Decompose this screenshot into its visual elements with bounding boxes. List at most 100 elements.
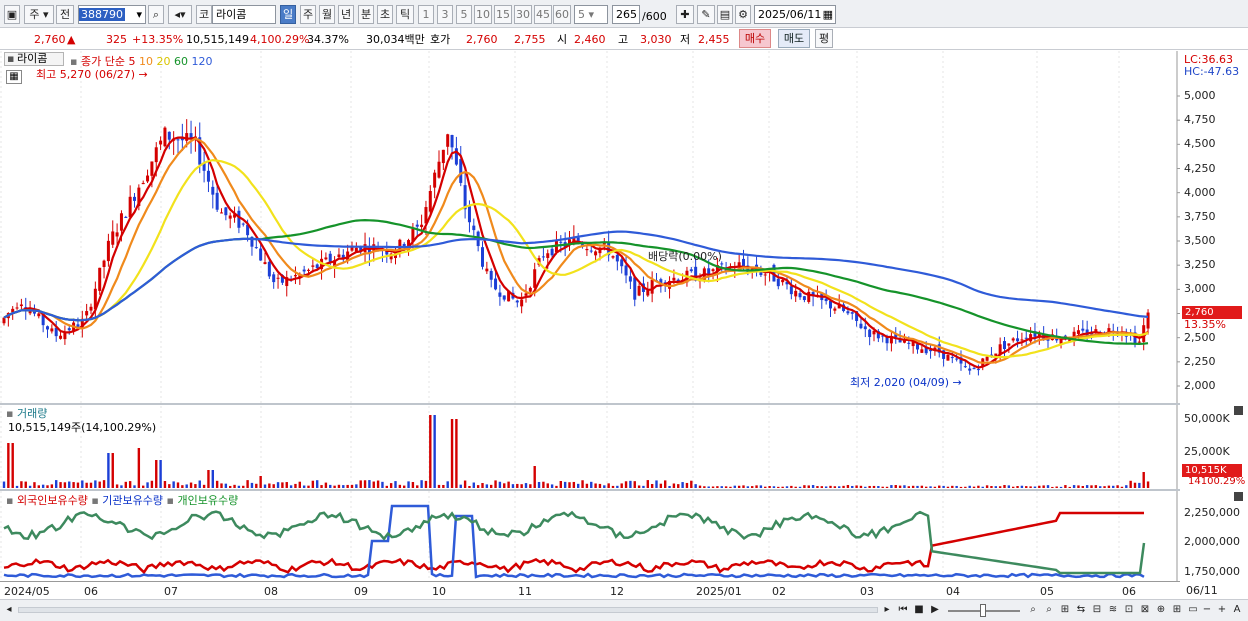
volume-bar: [437, 484, 441, 488]
calendar-icon[interactable]: ▦: [823, 6, 833, 23]
chart-option-icon[interactable]: ⇆: [1074, 603, 1088, 617]
buy-button[interactable]: 매수: [739, 29, 771, 48]
chart-layout-icon[interactable]: ▣: [4, 5, 20, 24]
candle-body: [211, 186, 215, 195]
ma120-legend[interactable]: 120: [191, 55, 212, 68]
stop-icon[interactable]: ■: [912, 603, 926, 617]
min-1-button[interactable]: 1: [418, 5, 434, 24]
volume-bar: [994, 486, 997, 488]
hc-label: HC:-47.63: [1184, 65, 1240, 78]
zoom-out-icon[interactable]: ⌕: [1042, 603, 1056, 617]
candle-body: [650, 279, 654, 294]
tab-tick[interactable]: 틱: [396, 5, 414, 24]
tab-second[interactable]: 초: [377, 5, 393, 24]
tab-week[interactable]: 주: [300, 5, 316, 24]
candle-body: [428, 191, 432, 212]
minus-icon[interactable]: −: [1200, 603, 1214, 617]
scroll-left-icon[interactable]: ◂: [2, 603, 16, 617]
chart-option-icon[interactable]: ⊞: [1170, 603, 1184, 617]
chevron-down-icon[interactable]: ▾: [136, 6, 145, 23]
volume-bar: [520, 484, 523, 488]
low-annotation-text: 최저 2,020 (04/09): [850, 376, 950, 389]
min-60-button[interactable]: 60: [553, 5, 571, 24]
eval-button[interactable]: 평: [815, 29, 833, 48]
candle-body: [85, 311, 89, 316]
volume-bar: [511, 484, 515, 488]
scroll-right-icon[interactable]: ▸: [880, 603, 894, 617]
zoom-icon[interactable]: ⌕: [1026, 603, 1040, 617]
min-45-button[interactable]: 45: [534, 5, 552, 24]
candle-body: [159, 140, 163, 145]
volume-bar: [189, 482, 193, 488]
foreign-legend[interactable]: 외국인보유수량: [17, 494, 88, 507]
min-15-button[interactable]: 15: [494, 5, 512, 24]
zoom-slider-thumb[interactable]: [980, 604, 986, 617]
stock-code-input[interactable]: 388790 ▾: [78, 5, 146, 24]
volume-bar: [485, 484, 489, 488]
volume-bar: [646, 480, 649, 488]
plus-icon[interactable]: +: [1215, 603, 1229, 617]
chart-option-icon[interactable]: ≋: [1106, 603, 1120, 617]
search-icon[interactable]: ⌕: [148, 5, 164, 24]
chart-option-icon[interactable]: ⊠: [1138, 603, 1152, 617]
legend-grip-icon: ▪: [7, 52, 15, 65]
ma60-legend[interactable]: 60: [174, 55, 188, 68]
min-10-button[interactable]: 10: [474, 5, 492, 24]
tab-year[interactable]: 년: [338, 5, 354, 24]
gear-icon[interactable]: ⚙: [735, 5, 751, 24]
scrollbar-track[interactable]: [18, 607, 878, 613]
candle-body: [254, 247, 258, 249]
chart-option-icon[interactable]: ⊡: [1122, 603, 1136, 617]
volume-bar: [163, 481, 167, 488]
tab-minute[interactable]: 분: [358, 5, 374, 24]
volume-bar: [620, 483, 623, 488]
volume-bar: [120, 485, 123, 488]
font-size-icon[interactable]: A: [1230, 603, 1244, 617]
price-tick-label: 5,000: [1184, 89, 1216, 102]
price-tick-label: 3,250: [1184, 258, 1216, 272]
tab-month[interactable]: 월: [319, 5, 335, 24]
table-icon[interactable]: ▦: [6, 70, 22, 84]
candle-body: [968, 368, 972, 371]
chart-option-icon[interactable]: ⊟: [1090, 603, 1104, 617]
ma20-legend[interactable]: 20: [156, 55, 170, 68]
volume-bar: [838, 486, 841, 488]
volume-bar: [733, 485, 736, 488]
rewind-icon[interactable]: ⏮: [896, 603, 910, 617]
volume-bar: [872, 485, 876, 488]
close-icon[interactable]: [1234, 406, 1243, 415]
min-5-button[interactable]: 5: [456, 5, 472, 24]
volume-bar: [294, 483, 297, 488]
save-icon[interactable]: ▤: [717, 5, 733, 24]
window-icon[interactable]: ▭: [1186, 603, 1200, 617]
panel-divider[interactable]: [0, 403, 1180, 405]
candle-settings-icon[interactable]: ✚: [676, 5, 694, 24]
period-mode-select[interactable]: 주 ▾: [24, 5, 54, 24]
volume-bar: [516, 483, 519, 488]
candle-body: [689, 269, 693, 272]
candle-body: [546, 253, 550, 258]
institution-legend[interactable]: 기관보유수량: [102, 494, 163, 507]
sell-button[interactable]: 매도: [778, 29, 810, 48]
chart-option-icon[interactable]: ⊞: [1058, 603, 1072, 617]
volume-bar: [494, 480, 497, 488]
panel-divider[interactable]: [0, 489, 1180, 491]
chart-option-icon[interactable]: ⊕: [1154, 603, 1168, 617]
min-3-button[interactable]: 3: [437, 5, 453, 24]
individual-legend[interactable]: 개인보유수량: [177, 494, 238, 507]
play-icon[interactable]: ▶: [928, 603, 942, 617]
speaker-icon[interactable]: ◂▾: [168, 5, 192, 24]
candle-body: [19, 304, 23, 307]
prev-button[interactable]: 전: [56, 5, 74, 24]
volume-bar: [24, 481, 27, 488]
count-input[interactable]: 265: [612, 5, 640, 24]
close-icon[interactable]: [1234, 492, 1243, 501]
tab-day[interactable]: 일: [280, 5, 296, 24]
min-30-button[interactable]: 30: [514, 5, 532, 24]
date-input[interactable]: 2025/06/11 ▦: [754, 5, 836, 24]
stock-name-field[interactable]: 라이콤: [212, 5, 276, 24]
custom-period-select[interactable]: 5 ▾: [574, 5, 608, 24]
draw-tool-icon[interactable]: ✎: [697, 5, 715, 24]
volume-bar: [1081, 486, 1084, 488]
volume-bar: [881, 486, 884, 488]
